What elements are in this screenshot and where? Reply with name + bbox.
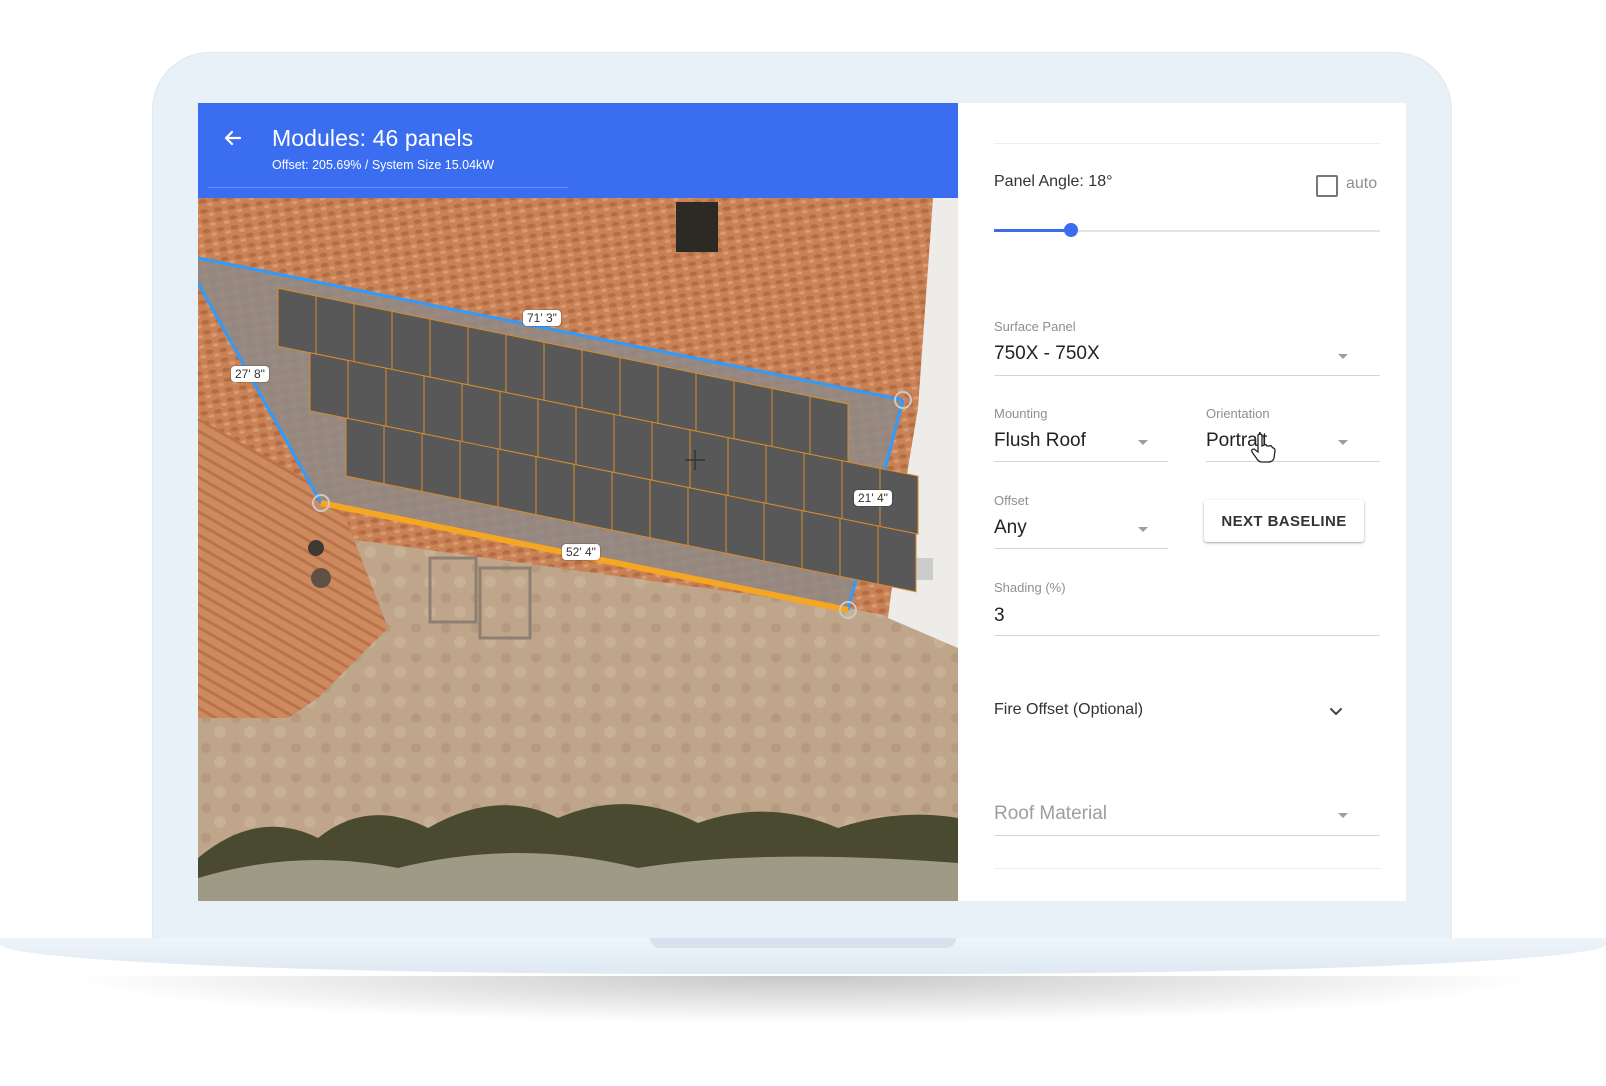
offset-value: Any [994, 517, 1027, 538]
solar-panel[interactable] [535, 456, 575, 523]
orientation-label: Orientation [1206, 406, 1270, 421]
roof-material-placeholder: Roof Material [994, 803, 1107, 824]
solar-panel[interactable] [309, 352, 349, 420]
dimension-top[interactable]: 71' 3" [523, 310, 561, 326]
offset-label: Offset [994, 493, 1029, 508]
section-divider [994, 868, 1380, 869]
solar-panel[interactable] [573, 463, 613, 531]
solar-panel[interactable] [803, 452, 843, 520]
app-header: Modules: 46 panels Offset: 205.69% / Sys… [198, 103, 958, 198]
field-underline [994, 375, 1380, 376]
mounting-value: Flush Roof [994, 430, 1086, 451]
app-screen: Modules: 46 panels Offset: 205.69% / Sys… [198, 103, 1406, 901]
next-baseline-button[interactable]: NEXT BASELINE [1204, 500, 1364, 542]
dropdown-caret-icon [1138, 527, 1148, 532]
solar-panel[interactable] [345, 417, 385, 485]
solar-panel[interactable] [383, 425, 423, 493]
field-underline [994, 461, 1168, 462]
solar-panel[interactable] [543, 341, 583, 409]
yard-pot [311, 568, 331, 588]
solar-panel[interactable] [497, 448, 537, 516]
surface-panel-value: 750X - 750X [994, 343, 1100, 364]
yard-pot-2 [308, 540, 324, 556]
solar-panel[interactable] [429, 318, 469, 386]
system-summary: Offset: 205.69% / System Size 15.04kW [272, 158, 495, 172]
solar-panel[interactable] [725, 494, 765, 562]
dropdown-caret-icon [1338, 813, 1348, 818]
auto-angle-label: auto [1346, 175, 1378, 192]
solar-panel[interactable] [391, 310, 431, 378]
solar-panel[interactable] [499, 390, 539, 458]
solar-panel[interactable] [619, 357, 659, 424]
solar-panel[interactable] [687, 486, 727, 554]
field-underline [994, 835, 1380, 836]
header-divider [208, 187, 568, 188]
solar-panel[interactable] [727, 436, 767, 504]
aerial-map[interactable]: 71' 3" 27' 8" 21' 4" 52' 4" [198, 198, 958, 901]
solar-panel[interactable] [613, 413, 653, 481]
solar-panel[interactable] [575, 406, 615, 474]
field-underline [994, 548, 1168, 549]
pointer-hand-icon [1251, 433, 1276, 463]
map-pane: Modules: 46 panels Offset: 205.69% / Sys… [198, 103, 958, 901]
solar-panel[interactable] [771, 387, 811, 455]
solar-panel[interactable] [611, 471, 651, 539]
section-divider [994, 143, 1380, 144]
tree-line-lower [198, 853, 958, 901]
solar-panel[interactable] [801, 510, 841, 577]
solar-panel[interactable] [649, 479, 689, 547]
laptop-shadow [60, 976, 1546, 1024]
solar-panel[interactable] [421, 432, 461, 500]
field-underline [1206, 461, 1380, 462]
slider-fill [994, 229, 1072, 232]
solar-panel[interactable] [467, 326, 507, 394]
solar-panel[interactable] [839, 517, 879, 585]
shading-label: Shading (%) [994, 580, 1066, 595]
solar-panel[interactable] [537, 398, 577, 466]
solar-panel[interactable] [695, 372, 735, 440]
solar-panel[interactable] [809, 395, 849, 463]
solar-panel[interactable] [763, 502, 803, 570]
panel-angle-label: Panel Angle: 18° [994, 173, 1113, 190]
dimension-left[interactable]: 27' 8" [231, 366, 269, 382]
solar-panel[interactable] [385, 367, 425, 435]
field-underline [994, 635, 1380, 636]
surface-panel-label: Surface Panel [994, 319, 1076, 334]
solar-panel[interactable] [765, 444, 805, 512]
solar-panel[interactable] [459, 440, 499, 508]
settings-panel: Panel Angle: 18° auto Surface Panel 750X… [958, 103, 1406, 901]
shading-value: 3 [994, 605, 1005, 626]
chevron-down-icon [1330, 708, 1342, 716]
slider-thumb[interactable] [1064, 223, 1079, 237]
mounting-label: Mounting [994, 406, 1048, 421]
solar-panel[interactable] [347, 359, 387, 427]
back-button[interactable] [218, 123, 248, 153]
solar-panel[interactable] [733, 380, 773, 448]
fire-offset-label: Fire Offset (Optional) [994, 701, 1144, 718]
laptop-notch [650, 938, 956, 948]
fire-offset-expander[interactable]: Fire Offset (Optional) [994, 699, 1354, 727]
solar-panel[interactable] [461, 382, 501, 450]
dropdown-caret-icon [1338, 440, 1348, 445]
solar-panel[interactable] [877, 525, 917, 593]
dropdown-caret-icon [1138, 440, 1148, 445]
solar-panel[interactable] [353, 303, 393, 370]
auto-angle-checkbox[interactable] [1316, 175, 1338, 197]
dimension-right[interactable]: 21' 4" [854, 490, 892, 506]
solar-panel[interactable] [505, 333, 545, 401]
solar-panel[interactable] [315, 295, 355, 363]
dropdown-caret-icon [1338, 354, 1348, 359]
solar-panel[interactable] [657, 364, 697, 432]
chimney [676, 202, 718, 252]
solar-panel[interactable] [277, 287, 317, 355]
dimension-bottom[interactable]: 52' 4" [562, 544, 600, 560]
solar-panel[interactable] [423, 375, 463, 443]
solar-panel[interactable] [651, 421, 691, 489]
page-title: Modules: 46 panels [272, 125, 474, 151]
solar-panel[interactable] [581, 349, 621, 417]
arrow-left-icon [224, 130, 242, 146]
